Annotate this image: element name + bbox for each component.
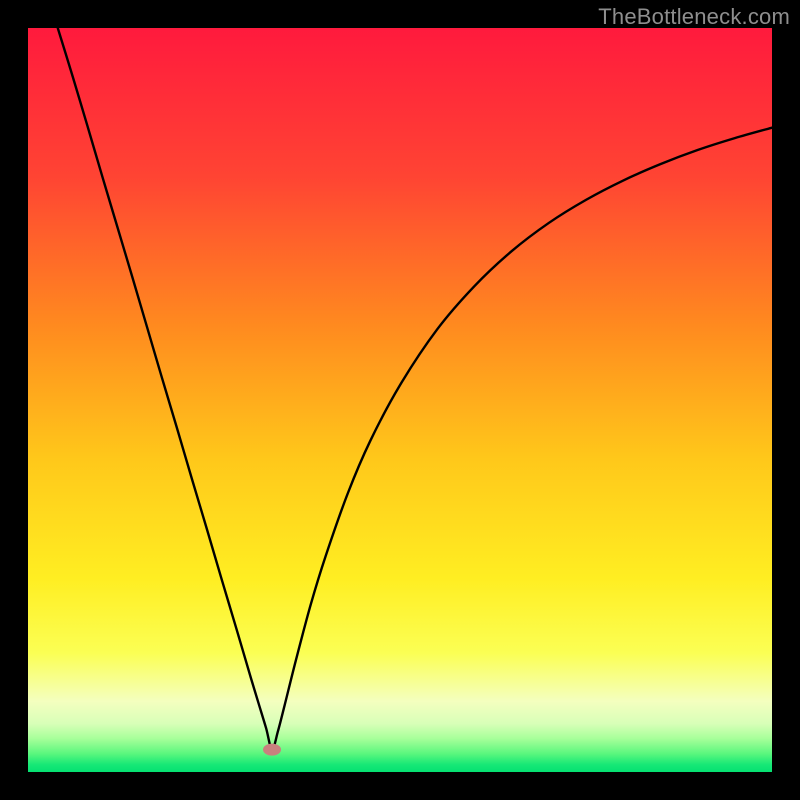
watermark-text: TheBottleneck.com: [598, 4, 790, 30]
minimum-marker: [263, 744, 281, 756]
plot-area: [28, 28, 772, 772]
chart-canvas: [28, 28, 772, 772]
gradient-background: [28, 28, 772, 772]
chart-stage: TheBottleneck.com: [0, 0, 800, 800]
